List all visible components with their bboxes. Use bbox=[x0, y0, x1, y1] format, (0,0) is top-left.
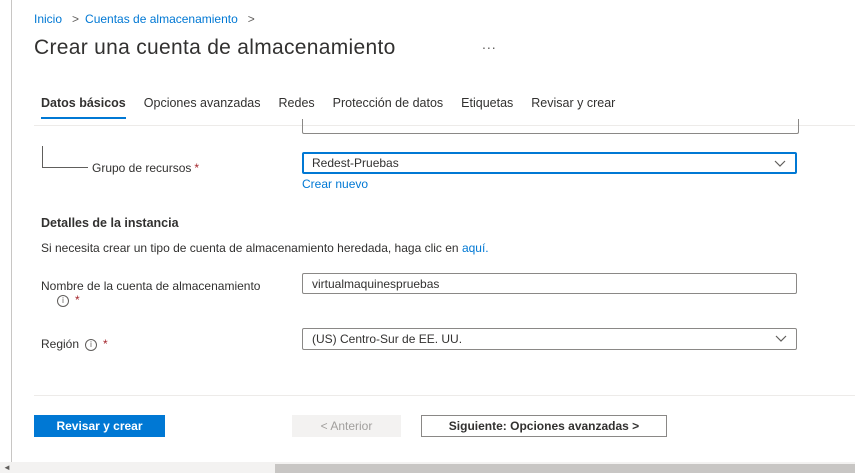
info-icon[interactable]: i bbox=[57, 294, 69, 307]
instance-details-title: Detalles de la instancia bbox=[41, 216, 179, 230]
scrollbar-thumb[interactable] bbox=[275, 464, 855, 473]
next-advanced-button[interactable]: Siguiente: Opciones avanzadas > bbox=[421, 415, 667, 437]
region-label-text: Región bbox=[41, 337, 80, 351]
chevron-down-icon bbox=[775, 335, 787, 342]
resource-group-label: Grupo de recursos * bbox=[92, 161, 199, 175]
create-new-resource-group-link[interactable]: Crear nuevo bbox=[302, 177, 368, 191]
breadcrumb: Inicio > Cuentas de almacenamiento > bbox=[34, 12, 261, 26]
more-options-button[interactable]: ... bbox=[482, 36, 497, 52]
tab-data-protection[interactable]: Protección de datos bbox=[333, 96, 444, 120]
legacy-account-link[interactable]: aquí. bbox=[462, 241, 489, 255]
resource-group-value: Redest-Pruebas bbox=[312, 156, 399, 170]
tab-review-create[interactable]: Revisar y crear bbox=[531, 96, 615, 120]
review-create-button[interactable]: Revisar y crear bbox=[34, 415, 165, 437]
helper-text: Si necesita crear un tipo de cuenta de a… bbox=[41, 241, 462, 255]
page-title: Crear una cuenta de almacenamiento bbox=[34, 36, 396, 59]
tab-networking[interactable]: Redes bbox=[279, 96, 315, 120]
required-asterisk: * bbox=[103, 337, 108, 351]
scroll-left-icon[interactable]: ◄ bbox=[3, 462, 11, 473]
region-dropdown[interactable]: (US) Centro-Sur de EE. UU. bbox=[302, 328, 797, 350]
breadcrumb-storage-accounts-link[interactable]: Cuentas de almacenamiento bbox=[85, 12, 238, 26]
tab-tags[interactable]: Etiquetas bbox=[461, 96, 513, 120]
breadcrumb-separator: > bbox=[72, 12, 80, 26]
account-name-label: Nombre de la cuenta de almacenamiento bbox=[41, 279, 260, 293]
footer-divider bbox=[34, 395, 855, 396]
horizontal-scrollbar[interactable]: ◄ bbox=[0, 462, 855, 473]
storage-account-name-input[interactable]: virtualmaquinespruebas bbox=[302, 273, 797, 294]
resource-group-dropdown[interactable]: Redest-Pruebas bbox=[302, 152, 797, 174]
storage-account-name-value: virtualmaquinespruebas bbox=[312, 277, 440, 291]
info-icon[interactable]: i bbox=[85, 338, 98, 351]
previous-button[interactable]: < Anterior bbox=[292, 415, 401, 437]
chevron-down-icon bbox=[774, 160, 786, 167]
account-name-label-icons: i * bbox=[51, 293, 80, 307]
tab-basics[interactable]: Datos básicos bbox=[41, 96, 126, 120]
tab-bar: Datos básicos Opciones avanzadas Redes P… bbox=[41, 96, 633, 120]
resource-group-label-text: Grupo de recursos bbox=[92, 161, 192, 175]
subscription-field-partial[interactable] bbox=[302, 119, 799, 134]
required-asterisk: * bbox=[194, 161, 200, 175]
region-label: Región i * bbox=[41, 337, 108, 351]
legacy-account-helper: Si necesita crear un tipo de cuenta de a… bbox=[41, 241, 489, 255]
account-name-label-text: Nombre de la cuenta de almacenamiento bbox=[41, 279, 261, 293]
tree-connector-horizontal bbox=[42, 167, 88, 168]
tab-advanced[interactable]: Opciones avanzadas bbox=[144, 96, 261, 120]
breadcrumb-home-link[interactable]: Inicio bbox=[34, 12, 62, 26]
panel-left-border bbox=[11, 0, 12, 473]
required-asterisk: * bbox=[75, 293, 80, 307]
region-value: (US) Centro-Sur de EE. UU. bbox=[312, 332, 463, 346]
breadcrumb-separator-trailing: > bbox=[247, 12, 255, 26]
tree-connector-vertical bbox=[42, 146, 43, 167]
